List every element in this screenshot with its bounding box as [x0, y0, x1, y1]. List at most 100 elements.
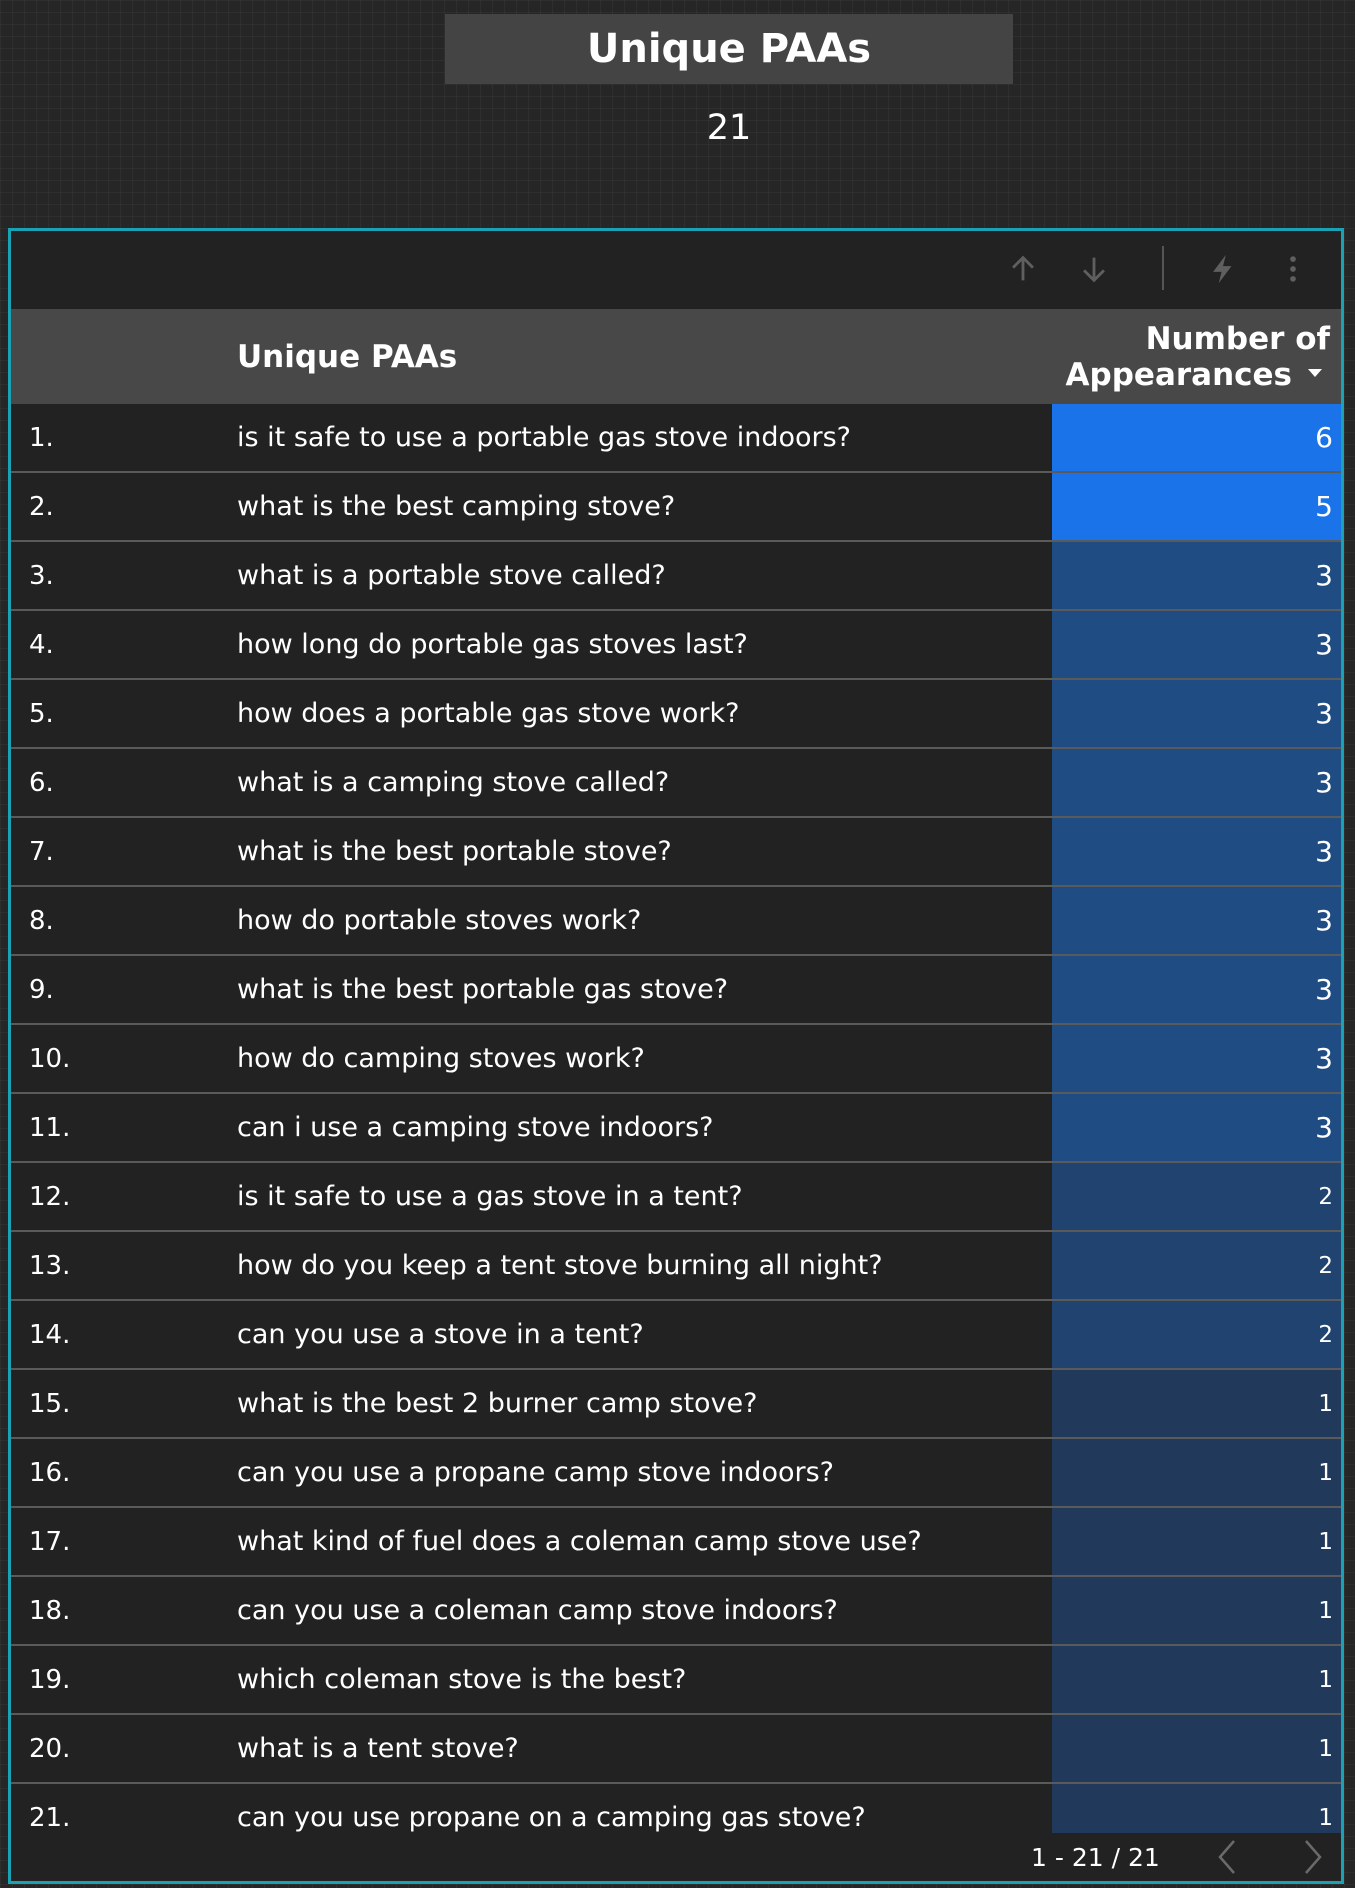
arrow-down-icon[interactable] [1074, 249, 1114, 289]
count-heat-cell: 1 [1052, 1646, 1341, 1713]
row-question: which coleman stove is the best? [237, 1664, 687, 1695]
row-question: is it safe to use a portable gas stove i… [237, 422, 852, 453]
row-question: what kind of fuel does a coleman camp st… [237, 1526, 922, 1557]
table-row[interactable]: 6. what is a camping stove called? 3 [11, 749, 1341, 818]
table-row[interactable]: 16. can you use a propane camp stove indo… [11, 1439, 1341, 1508]
row-question: what is the best portable gas stove? [237, 974, 729, 1005]
row-question: can you use a propane camp stove indoors… [237, 1457, 834, 1488]
row-count: 3 [1315, 559, 1333, 592]
table-row[interactable]: 3. what is a portable stove called? 3 [11, 542, 1341, 611]
row-count: 1 [1318, 1390, 1333, 1417]
row-question: can i use a camping stove indoors? [237, 1112, 714, 1143]
row-question: how do camping stoves work? [237, 1043, 645, 1074]
table-row[interactable]: 9. what is the best portable gas stove? 3 [11, 956, 1341, 1025]
table-row[interactable]: 15. what is the best 2 burner camp stove?… [11, 1370, 1341, 1439]
count-heat-cell: 3 [1052, 887, 1341, 954]
column-header-count-line1: Number of [1145, 321, 1330, 357]
table-row[interactable]: 4. how long do portable gas stoves last? 3 [11, 611, 1341, 680]
table-row[interactable]: 5. how does a portable gas stove work? 3 [11, 680, 1341, 749]
row-index: 11. [29, 1112, 71, 1143]
column-header-count[interactable]: Number of Appearances [1066, 321, 1330, 393]
row-index: 18. [29, 1595, 71, 1626]
table-row[interactable]: 2. what is the best camping stove? 5 [11, 473, 1341, 542]
count-heat-cell: 1 [1052, 1370, 1341, 1437]
row-question: how long do portable gas stoves last? [237, 629, 748, 660]
table-header: Unique PAAs Number of Appearances [11, 309, 1341, 404]
row-question: how do portable stoves work? [237, 905, 642, 936]
column-header-count-line2: Appearances [1065, 357, 1292, 393]
row-count: 3 [1315, 1042, 1333, 1075]
count-heat-cell: 3 [1052, 749, 1341, 816]
row-count: 5 [1315, 490, 1333, 523]
table-toolbar [11, 231, 1341, 309]
table-row[interactable]: 19. which coleman stove is the best? 1 [11, 1646, 1341, 1715]
count-heat-cell: 6 [1052, 404, 1341, 471]
row-question: can you use a stove in a tent? [237, 1319, 644, 1350]
table-row[interactable]: 13. how do you keep a tent stove burning … [11, 1232, 1341, 1301]
sort-desc-icon[interactable] [1308, 368, 1322, 377]
row-index: 16. [29, 1457, 71, 1488]
row-index: 4. [29, 629, 54, 660]
toolbar-divider [1162, 246, 1164, 290]
table-row[interactable]: 20. what is a tent stove? 1 [11, 1715, 1341, 1784]
row-index: 3. [29, 560, 54, 591]
count-heat-cell: 3 [1052, 611, 1341, 678]
count-heat-cell: 3 [1052, 1094, 1341, 1161]
count-heat-cell: 1 [1052, 1439, 1341, 1506]
row-index: 15. [29, 1388, 71, 1419]
count-heat-cell: 2 [1052, 1301, 1341, 1368]
row-question: what is the best 2 burner camp stove? [237, 1388, 758, 1419]
table-row[interactable]: 11. can i use a camping stove indoors? 3 [11, 1094, 1341, 1163]
count-heat-cell: 1 [1052, 1508, 1341, 1575]
table-panel: Unique PAAs Number of Appearances 1. is i… [8, 228, 1344, 1884]
row-count: 3 [1315, 835, 1333, 868]
table-row[interactable]: 8. how do portable stoves work? 3 [11, 887, 1341, 956]
row-index: 1. [29, 422, 54, 453]
row-index: 8. [29, 905, 54, 936]
row-question: can you use a coleman camp stove indoors… [237, 1595, 838, 1626]
row-count: 3 [1315, 628, 1333, 661]
count-heat-cell: 3 [1052, 818, 1341, 885]
row-index: 7. [29, 836, 54, 867]
table-row[interactable]: 10. how do camping stoves work? 3 [11, 1025, 1341, 1094]
row-count: 3 [1315, 766, 1333, 799]
row-index: 14. [29, 1319, 71, 1350]
row-count: 1 [1318, 1597, 1333, 1624]
table-row[interactable]: 1. is it safe to use a portable gas stove… [11, 404, 1341, 473]
row-question: what is a portable stove called? [237, 560, 666, 591]
table-row[interactable]: 17. what kind of fuel does a coleman camp… [11, 1508, 1341, 1577]
row-index: 20. [29, 1733, 71, 1764]
row-count: 1 [1318, 1735, 1333, 1762]
row-count: 3 [1315, 904, 1333, 937]
count-heat-cell: 3 [1052, 956, 1341, 1023]
count-heat-cell: 3 [1052, 1025, 1341, 1092]
pagination-label: 1 - 21 / 21 [1031, 1842, 1160, 1872]
chevron-left-icon[interactable] [1207, 1837, 1247, 1877]
table-row[interactable]: 12. is it safe to use a gas stove in a te… [11, 1163, 1341, 1232]
row-index: 17. [29, 1526, 71, 1557]
row-index: 2. [29, 491, 54, 522]
row-count: 1 [1318, 1459, 1333, 1486]
scorecard-value: 21 [706, 108, 752, 148]
arrow-up-icon[interactable] [1003, 249, 1043, 289]
table-row[interactable]: 7. what is the best portable stove? 3 [11, 818, 1341, 887]
row-index: 10. [29, 1043, 71, 1074]
row-index: 12. [29, 1181, 71, 1212]
table-body: 1. is it safe to use a portable gas stove… [11, 404, 1341, 1853]
row-question: what is the best portable stove? [237, 836, 672, 867]
row-count: 3 [1315, 973, 1333, 1006]
row-question: how do you keep a tent stove burning all… [237, 1250, 883, 1281]
row-question: what is a camping stove called? [237, 767, 670, 798]
more-vert-icon[interactable] [1273, 249, 1313, 289]
table-row[interactable]: 18. can you use a coleman camp stove indo… [11, 1577, 1341, 1646]
column-header-questions[interactable]: Unique PAAs [237, 309, 457, 404]
row-question: what is the best camping stove? [237, 491, 676, 522]
lightning-icon[interactable] [1203, 249, 1243, 289]
row-count: 3 [1315, 697, 1333, 730]
row-question: how does a portable gas stove work? [237, 698, 740, 729]
table-row[interactable]: 14. can you use a stove in a tent? 2 [11, 1301, 1341, 1370]
row-index: 5. [29, 698, 54, 729]
row-count: 3 [1315, 1111, 1333, 1144]
count-heat-cell: 3 [1052, 680, 1341, 747]
chevron-right-icon[interactable] [1293, 1837, 1333, 1877]
